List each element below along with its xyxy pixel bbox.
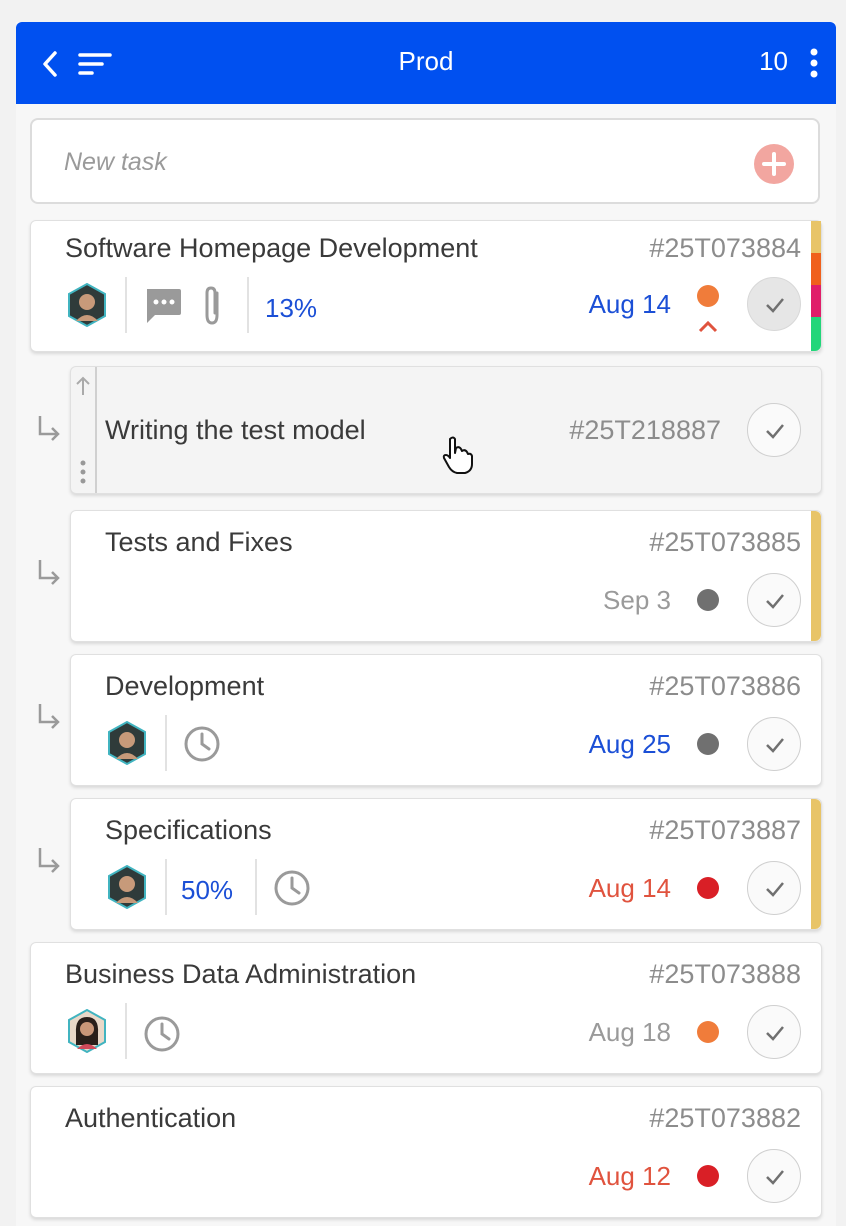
paperclip-icon[interactable] bbox=[201, 285, 225, 327]
divider bbox=[125, 1003, 127, 1059]
check-icon bbox=[766, 1026, 784, 1041]
tag-stripe bbox=[811, 285, 821, 317]
task-title: Software Homepage Development bbox=[65, 233, 478, 263]
drag-dots-icon bbox=[80, 460, 86, 484]
task-card-business-data-administration[interactable]: Business Data Administration #25T073888 … bbox=[30, 942, 822, 1074]
tag-stripe bbox=[811, 317, 821, 351]
tag-stripe bbox=[811, 799, 821, 929]
priority-dot bbox=[697, 1165, 719, 1187]
task-card-writing-test-model[interactable]: Writing the test model #25T218887 bbox=[70, 366, 822, 494]
arrow-up-icon bbox=[76, 376, 90, 395]
task-id: #25T073885 bbox=[649, 527, 801, 557]
clock-icon[interactable] bbox=[143, 1015, 181, 1053]
new-task-box bbox=[30, 118, 820, 204]
task-id: #25T073886 bbox=[649, 671, 801, 701]
task-count: 10 bbox=[759, 46, 788, 76]
task-id: #25T073887 bbox=[649, 815, 801, 845]
task-id: #25T218887 bbox=[569, 415, 721, 445]
avatar bbox=[68, 283, 106, 327]
add-task-button[interactable] bbox=[754, 144, 794, 184]
subtask-arrow-icon bbox=[38, 416, 60, 441]
clock-icon[interactable] bbox=[273, 869, 311, 907]
task-title: Business Data Administration bbox=[65, 959, 417, 989]
more-button[interactable] bbox=[810, 48, 818, 83]
new-task-input[interactable] bbox=[62, 142, 706, 182]
priority-dot bbox=[697, 285, 719, 307]
tag-stripe bbox=[811, 221, 821, 253]
due-date[interactable]: Aug 25 bbox=[589, 729, 671, 760]
task-card-development[interactable]: Development #25T073886 Aug 25 bbox=[70, 654, 822, 786]
hand-cursor-icon bbox=[442, 436, 473, 474]
task-title: Writing the test model bbox=[105, 415, 366, 445]
task-title: Development bbox=[105, 671, 265, 701]
task-card-authentication[interactable]: Authentication #25T073882 Aug 12 bbox=[30, 1086, 822, 1218]
check-icon bbox=[766, 594, 784, 609]
clock-icon[interactable] bbox=[183, 725, 221, 763]
subtask-arrow-icon bbox=[38, 848, 60, 873]
complete-button[interactable] bbox=[747, 403, 801, 457]
due-date[interactable]: Sep 3 bbox=[603, 585, 671, 616]
plus-icon bbox=[762, 152, 786, 176]
subtask-arrow-icon bbox=[38, 704, 60, 729]
due-date[interactable]: Aug 14 bbox=[589, 873, 671, 904]
tag-stripe bbox=[811, 511, 821, 641]
page-title: Prod bbox=[398, 46, 454, 76]
priority-dot bbox=[697, 877, 719, 899]
check-icon bbox=[766, 424, 784, 439]
app-header: Prod 10 bbox=[16, 22, 836, 104]
task-card-software-homepage[interactable]: Software Homepage Development #25T073884… bbox=[30, 220, 822, 352]
priority-dot bbox=[697, 1021, 719, 1043]
check-icon bbox=[766, 738, 784, 753]
task-id: #25T073888 bbox=[649, 959, 801, 989]
check-icon bbox=[766, 298, 784, 313]
task-card-tests-and-fixes[interactable]: Tests and Fixes #25T073885 Sep 3 bbox=[70, 510, 822, 642]
subtask-arrow-icon bbox=[38, 560, 60, 585]
priority-dot bbox=[697, 589, 719, 611]
divider bbox=[247, 277, 249, 333]
complete-button[interactable] bbox=[747, 277, 801, 331]
progress-percent: 50% bbox=[181, 875, 234, 905]
task-title: Specifications bbox=[105, 815, 272, 845]
due-date[interactable]: Aug 12 bbox=[589, 1161, 671, 1192]
task-panel: Prod 10 Software Homepage Development #2… bbox=[16, 22, 836, 1226]
task-card-specifications[interactable]: Specifications #25T073887 50% Aug 14 bbox=[70, 798, 822, 930]
due-date[interactable]: Aug 18 bbox=[589, 1017, 671, 1048]
complete-button[interactable] bbox=[747, 717, 801, 771]
complete-button[interactable] bbox=[747, 1149, 801, 1203]
avatar bbox=[108, 865, 146, 909]
divider bbox=[165, 715, 167, 771]
task-id: #25T073882 bbox=[649, 1103, 801, 1133]
task-title: Tests and Fixes bbox=[105, 527, 293, 557]
chevron-up-icon bbox=[698, 320, 718, 333]
more-vertical-icon bbox=[810, 48, 818, 78]
divider bbox=[255, 859, 257, 915]
progress-percent: 13% bbox=[265, 293, 318, 323]
priority-dot bbox=[697, 733, 719, 755]
complete-button[interactable] bbox=[747, 1005, 801, 1059]
comment-icon[interactable] bbox=[143, 287, 183, 325]
tag-stripe bbox=[811, 253, 821, 285]
check-icon bbox=[766, 1170, 784, 1185]
complete-button[interactable] bbox=[747, 861, 801, 915]
divider bbox=[165, 859, 167, 915]
task-title: Authentication bbox=[65, 1103, 237, 1133]
avatar bbox=[68, 1009, 106, 1053]
avatar bbox=[108, 721, 146, 765]
task-id: #25T073884 bbox=[649, 233, 801, 263]
divider bbox=[125, 277, 127, 333]
complete-button[interactable] bbox=[747, 573, 801, 627]
check-icon bbox=[766, 882, 784, 897]
drag-handle[interactable] bbox=[71, 367, 97, 493]
due-date[interactable]: Aug 14 bbox=[589, 289, 671, 320]
